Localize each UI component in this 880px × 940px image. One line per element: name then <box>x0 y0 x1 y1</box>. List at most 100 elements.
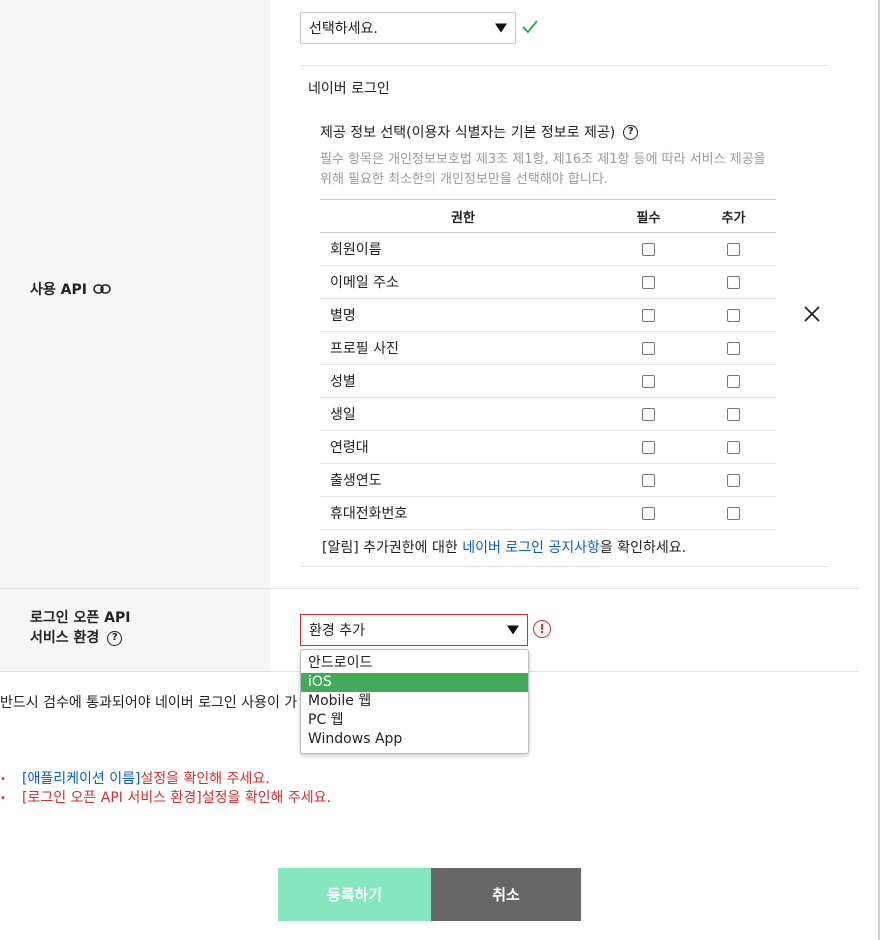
dropdown-option[interactable]: iOS <box>301 673 528 692</box>
help-icon[interactable]: ? <box>107 630 123 646</box>
optional-checkbox[interactable] <box>727 407 740 421</box>
optional-checkbox-cell <box>691 298 776 332</box>
column-header: 권한 <box>320 199 606 233</box>
required-checkbox-cell <box>606 265 691 299</box>
check-icon <box>522 20 538 34</box>
required-checkbox[interactable] <box>642 341 655 355</box>
divider <box>300 65 829 66</box>
optional-checkbox[interactable] <box>727 308 740 322</box>
table-row: 성별 <box>320 364 776 398</box>
permission-name: 이메일 주소 <box>320 265 606 299</box>
close-icon[interactable] <box>803 305 821 323</box>
env-select-value: 환경 추가 <box>309 623 365 639</box>
bullet-icon: • <box>0 774 6 785</box>
optional-checkbox-cell <box>691 364 776 398</box>
required-checkbox[interactable] <box>642 308 655 322</box>
chevron-down-icon <box>495 23 507 33</box>
error-field: [애플리케이션 이름] <box>22 771 141 787</box>
env-label-line1: 로그인 오픈 API <box>30 610 131 626</box>
permission-notice: [알림] 추가권한에 대한 네이버 로그인 공지사항을 확인하세요. <box>322 537 686 557</box>
link-icon[interactable] <box>93 283 111 295</box>
table-row: 이메일 주소 <box>320 265 776 299</box>
optional-checkbox[interactable] <box>727 341 740 355</box>
optional-checkbox-cell <box>691 397 776 431</box>
permission-name: 휴대전화번호 <box>320 496 606 530</box>
column-header: 필수 <box>606 199 691 233</box>
divider <box>300 566 829 567</box>
required-checkbox[interactable] <box>642 407 655 421</box>
api-title: 네이버 로그인 <box>308 81 390 97</box>
help-icon[interactable]: ? <box>623 124 639 140</box>
permissions-table: 권한 필수 추가 회원이름 이메일 주소 별명 프로필 사진 성별 생일 연령대 출생연도 휴대… <box>320 199 776 530</box>
env-select[interactable]: 환경 추가 <box>300 614 528 646</box>
optional-checkbox-cell <box>691 430 776 464</box>
env-label-line2: 서비스 환경 <box>30 630 100 646</box>
warning-icon: ! <box>533 620 551 638</box>
label-column <box>0 0 270 672</box>
env-label: 로그인 오픈 API 서비스 환경 ? <box>30 608 130 648</box>
table-row: 프로필 사진 <box>320 331 776 365</box>
top-select[interactable]: 선택하세요. <box>300 12 516 44</box>
env-dropdown[interactable]: 안드로이드 iOS Mobile 웹 PC 웹 Windows App <box>300 649 529 754</box>
error-message: 설정을 확인해 주세요. <box>140 771 270 787</box>
notice-prefix: [알림] 추가권한에 대한 <box>322 540 463 556</box>
error-item: • [애플리케이션 이름] 설정을 확인해 주세요. <box>0 770 331 789</box>
optional-checkbox[interactable] <box>727 275 740 289</box>
required-checkbox[interactable] <box>642 374 655 388</box>
table-row: 회원이름 <box>320 232 776 266</box>
divider <box>0 588 859 589</box>
optional-checkbox-cell <box>691 463 776 497</box>
optional-checkbox[interactable] <box>727 242 740 256</box>
required-checkbox-cell <box>606 232 691 266</box>
table-row: 연령대 <box>320 430 776 464</box>
required-checkbox[interactable] <box>642 506 655 520</box>
bullet-icon: • <box>0 793 6 804</box>
api-label: 사용 API <box>30 279 111 299</box>
dropdown-option[interactable]: PC 웹 <box>301 711 528 730</box>
info-description: 필수 항목은 개인정보보호법 제3조 제1항, 제16조 제1항 등에 따라 서… <box>320 152 766 187</box>
optional-checkbox-cell <box>691 232 776 266</box>
required-checkbox-cell <box>606 463 691 497</box>
table-row: 휴대전화번호 <box>320 496 776 530</box>
permission-name: 출생연도 <box>320 463 606 497</box>
required-checkbox[interactable] <box>642 473 655 487</box>
required-checkbox-cell <box>606 331 691 365</box>
permission-name: 성별 <box>320 364 606 398</box>
info-title: 제공 정보 선택(이용자 식별자는 기본 정보로 제공) ? <box>320 122 639 142</box>
required-checkbox[interactable] <box>642 242 655 256</box>
table-header-row: 권한 필수 추가 <box>320 199 776 233</box>
table-row: 출생연도 <box>320 463 776 497</box>
optional-checkbox[interactable] <box>727 473 740 487</box>
required-checkbox[interactable] <box>642 440 655 454</box>
permission-name: 연령대 <box>320 430 606 464</box>
error-field: [로그인 오픈 API 서비스 환경] <box>22 790 202 806</box>
optional-checkbox-cell <box>691 496 776 530</box>
chevron-down-icon <box>507 625 519 635</box>
required-checkbox[interactable] <box>642 275 655 289</box>
register-button[interactable]: 등록하기 <box>278 868 431 921</box>
notice-suffix: 을 확인하세요. <box>599 540 687 556</box>
optional-checkbox[interactable] <box>727 506 740 520</box>
required-checkbox-cell <box>606 496 691 530</box>
optional-checkbox-cell <box>691 331 776 365</box>
permission-name: 생일 <box>320 397 606 431</box>
required-checkbox-cell <box>606 397 691 431</box>
top-select-value: 선택하세요. <box>309 21 378 37</box>
required-checkbox-cell <box>606 364 691 398</box>
permission-name: 프로필 사진 <box>320 331 606 365</box>
permission-name: 회원이름 <box>320 232 606 266</box>
error-list: • [애플리케이션 이름] 설정을 확인해 주세요. • [로그인 오픈 API 서비… <box>0 770 331 808</box>
api-label-text: 사용 API <box>30 282 87 298</box>
table-row: 별명 <box>320 298 776 332</box>
cancel-button[interactable]: 취소 <box>431 868 581 921</box>
info-title-text: 제공 정보 선택(이용자 식별자는 기본 정보로 제공) <box>320 125 616 141</box>
dropdown-option[interactable]: 안드로이드 <box>301 654 528 673</box>
permission-name: 별명 <box>320 298 606 332</box>
dropdown-option[interactable]: Windows App <box>301 730 528 749</box>
optional-checkbox[interactable] <box>727 440 740 454</box>
error-item: • [로그인 오픈 API 서비스 환경] 설정을 확인해 주세요. <box>0 789 331 808</box>
required-checkbox-cell <box>606 430 691 464</box>
notice-link[interactable]: 네이버 로그인 공지사항 <box>462 540 600 556</box>
optional-checkbox[interactable] <box>727 374 740 388</box>
dropdown-option[interactable]: Mobile 웹 <box>301 692 528 711</box>
